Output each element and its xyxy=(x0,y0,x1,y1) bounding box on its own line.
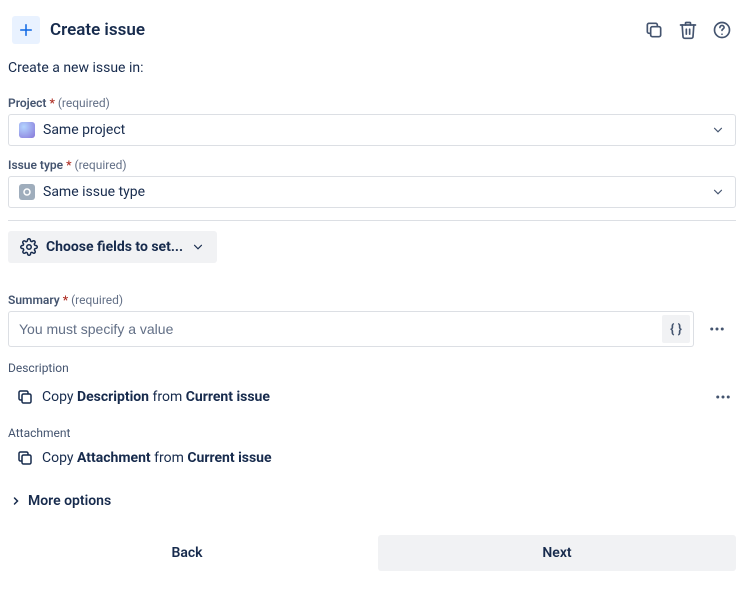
description-copy-row: Copy Description from Current issue xyxy=(8,381,736,420)
attachment-copy-toggle[interactable]: Copy Attachment from Current issue xyxy=(16,449,736,467)
attachment-copy-row: Copy Attachment from Current issue xyxy=(8,446,736,477)
trash-icon xyxy=(678,20,698,40)
copy-icon xyxy=(16,449,34,467)
summary-input[interactable] xyxy=(9,312,659,346)
stack-icon xyxy=(644,20,664,40)
issue-type-label: Issue type * (required) xyxy=(8,158,736,172)
summary-more-button[interactable] xyxy=(704,316,730,342)
next-button[interactable]: Next xyxy=(378,535,736,571)
chevron-right-icon xyxy=(10,495,22,507)
description-more-button[interactable] xyxy=(710,384,736,410)
dots-horizontal-icon xyxy=(714,388,732,406)
choose-fields-label: Choose fields to set... xyxy=(46,239,183,255)
choose-fields-button[interactable]: Choose fields to set... xyxy=(8,231,217,263)
description-copy-toggle[interactable]: Copy Description from Current issue xyxy=(16,388,700,406)
more-options-label: More options xyxy=(28,493,111,509)
header-actions xyxy=(644,20,732,40)
header: Create issue xyxy=(8,8,736,56)
divider xyxy=(8,220,736,221)
delete-button[interactable] xyxy=(678,20,698,40)
project-avatar-icon xyxy=(19,122,35,138)
page-title: Create issue xyxy=(50,20,145,40)
header-left: Create issue xyxy=(12,16,145,44)
dots-horizontal-icon xyxy=(708,320,726,338)
summary-row: { } xyxy=(8,311,736,347)
chevron-down-icon xyxy=(711,123,725,137)
more-options-toggle[interactable]: More options xyxy=(8,477,736,531)
duplicate-button[interactable] xyxy=(644,20,664,40)
project-label: Project * (required) xyxy=(8,96,736,110)
summary-label: Summary * (required) xyxy=(8,293,736,307)
project-select[interactable]: Same project xyxy=(8,114,736,146)
project-select-value: Same project xyxy=(43,122,125,138)
summary-input-container: { } xyxy=(8,311,694,347)
create-issue-plus-button[interactable] xyxy=(12,16,40,44)
subtitle: Create a new issue in: xyxy=(8,56,736,90)
issue-type-select-value: Same issue type xyxy=(43,184,145,200)
attachment-label: Attachment xyxy=(8,426,736,440)
plus-icon xyxy=(17,21,35,39)
back-button[interactable]: Back xyxy=(8,535,366,571)
chevron-down-icon xyxy=(191,240,205,254)
description-label: Description xyxy=(8,361,736,375)
chevron-down-icon xyxy=(711,185,725,199)
copy-icon xyxy=(16,388,34,406)
help-icon xyxy=(712,20,732,40)
issue-type-select[interactable]: Same issue type xyxy=(8,176,736,208)
issue-type-icon xyxy=(19,184,35,200)
help-button[interactable] xyxy=(712,20,732,40)
footer-actions: Back Next xyxy=(8,535,736,571)
smart-value-button[interactable]: { } xyxy=(662,315,690,343)
gear-icon xyxy=(20,238,38,256)
